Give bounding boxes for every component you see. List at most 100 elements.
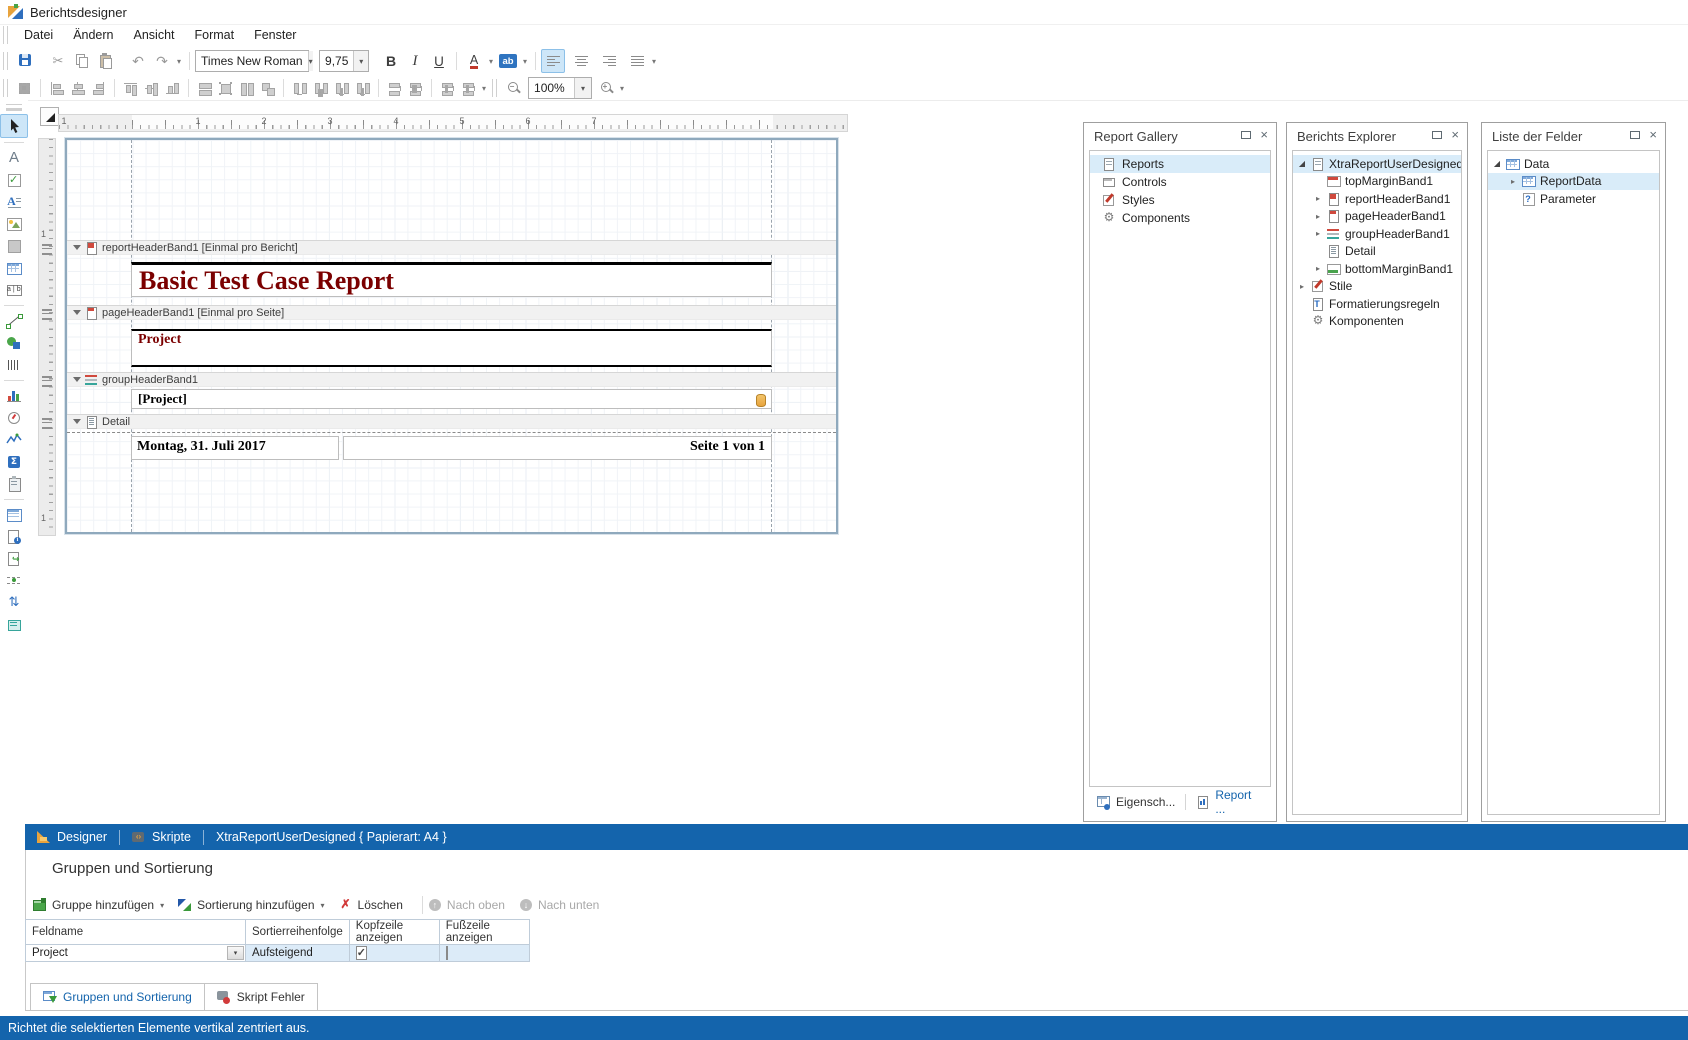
tool-gauge[interactable] bbox=[1, 407, 27, 429]
band-collapse-icon[interactable] bbox=[73, 310, 81, 315]
close-icon[interactable]: × bbox=[1649, 130, 1657, 140]
tool-subreport[interactable]: ↪ bbox=[1, 548, 27, 570]
combo-dropdown-icon[interactable]: ▾ bbox=[227, 946, 244, 960]
ruler-corner-button[interactable] bbox=[40, 107, 59, 126]
tool-page-break[interactable] bbox=[1, 570, 27, 592]
kopfzeile-checkbox[interactable]: ✓ bbox=[356, 946, 367, 960]
tool-picture-box[interactable] bbox=[1, 213, 27, 235]
band-collapse-icon[interactable] bbox=[73, 377, 81, 382]
expander-closed-icon[interactable]: ▸ bbox=[1508, 177, 1518, 186]
align-middles-button[interactable] bbox=[144, 81, 159, 96]
gallery-tab-0[interactable]: Eigensch... bbox=[1089, 791, 1183, 813]
gallery-tab-1[interactable]: Report ... bbox=[1188, 784, 1271, 820]
tool-line[interactable] bbox=[1, 310, 27, 332]
close-icon[interactable]: × bbox=[1260, 130, 1268, 140]
explorer-node-pageheaderband1[interactable]: ▸pageHeaderBand1 bbox=[1293, 208, 1461, 226]
fusszeile-checkbox[interactable] bbox=[446, 946, 448, 960]
cell-feldname[interactable]: Project▾ bbox=[26, 945, 246, 962]
paste-button[interactable] bbox=[94, 49, 118, 73]
font-size-combo[interactable]: 9,75 ▾ bbox=[319, 50, 369, 72]
explorer-node-komponenten[interactable]: ⚙Komponenten bbox=[1293, 313, 1461, 331]
zoom-menu-dropdown-icon[interactable]: ▾ bbox=[617, 84, 627, 93]
cell-kopfzeile[interactable]: ✓ bbox=[349, 945, 439, 962]
expander-closed-icon[interactable]: ▸ bbox=[1313, 194, 1323, 203]
band-collapse-icon[interactable] bbox=[73, 419, 81, 424]
italic-button[interactable]: I bbox=[403, 49, 427, 73]
snap-to-grid-button[interactable] bbox=[17, 81, 32, 96]
zoom-in-button[interactable]: + bbox=[596, 78, 617, 99]
band-strip-detail[interactable]: Detail bbox=[67, 414, 836, 429]
report-title-label[interactable]: Basic Test Case Report bbox=[131, 262, 772, 297]
explorer-node-groupheaderband1[interactable]: ▸groupHeaderBand1 bbox=[1293, 225, 1461, 243]
tool-label[interactable]: A bbox=[1, 147, 27, 169]
align-dropdown-icon[interactable]: ▾ bbox=[649, 57, 659, 66]
menu-format[interactable]: Format bbox=[185, 26, 245, 44]
h-space-decrease-button[interactable]: - bbox=[334, 81, 349, 96]
font-color-dropdown-icon[interactable]: ▾ bbox=[486, 57, 496, 66]
gallery-item-reports[interactable]: Reports bbox=[1090, 155, 1270, 173]
bottom-tab-skriptfehler[interactable]: Skript Fehler bbox=[205, 983, 318, 1010]
cut-button[interactable]: ✂ bbox=[46, 49, 70, 73]
field-node-reportdata[interactable]: ▸ReportData bbox=[1488, 173, 1659, 191]
band-strip-page-header[interactable]: pageHeaderBand1 [Einmal pro Seite] bbox=[67, 305, 836, 320]
copy-button[interactable] bbox=[70, 49, 94, 73]
same-height-button[interactable] bbox=[239, 81, 254, 96]
explorer-node-bottommarginband1[interactable]: ▸bottomMarginBand1 bbox=[1293, 260, 1461, 278]
undo-button[interactable]: ↶ bbox=[126, 49, 150, 73]
report-canvas[interactable]: reportHeaderBand1 [Einmal pro Bericht] B… bbox=[67, 140, 836, 532]
font-name-dropdown-icon[interactable]: ▾ bbox=[308, 51, 313, 71]
expander-closed-icon[interactable]: ▸ bbox=[1313, 264, 1323, 273]
gallery-item-components[interactable]: ⚙Components bbox=[1090, 209, 1270, 227]
date-label[interactable]: Montag, 31. Juli 2017 bbox=[131, 436, 339, 460]
same-size-button[interactable] bbox=[260, 81, 275, 96]
tool-pivot-grid[interactable]: Σ bbox=[1, 451, 27, 473]
tool-panel[interactable] bbox=[1, 235, 27, 257]
align-tops-button[interactable] bbox=[123, 81, 138, 96]
band-resize-grip[interactable] bbox=[42, 309, 52, 320]
band-strip-group-header[interactable]: groupHeaderBand1 bbox=[67, 372, 836, 387]
font-name-combo[interactable]: Times New Roman ▾ bbox=[195, 50, 309, 72]
align-lefts-button[interactable] bbox=[49, 81, 64, 96]
menu-fenster[interactable]: Fenster bbox=[244, 26, 306, 44]
underline-button[interactable]: U bbox=[427, 49, 451, 73]
tool-barcode[interactable] bbox=[1, 354, 27, 376]
add-sort-button[interactable]: Sortierung hinzufügen▾ bbox=[178, 898, 332, 912]
highlight-button[interactable]: ab bbox=[496, 49, 520, 73]
band-resize-grip[interactable] bbox=[42, 244, 52, 255]
align-text-right-button[interactable] bbox=[597, 49, 621, 73]
expander-open-icon[interactable]: ◢ bbox=[1492, 159, 1502, 168]
align-bottoms-button[interactable] bbox=[165, 81, 180, 96]
tool-sparkline[interactable] bbox=[1, 429, 27, 451]
maximize-icon[interactable] bbox=[1630, 131, 1640, 139]
tool-cross-band-line[interactable]: ⇅ bbox=[1, 592, 27, 614]
tool-cross-band-box[interactable] bbox=[1, 614, 27, 636]
tool-pointer[interactable] bbox=[0, 114, 28, 138]
tool-detail-report[interactable] bbox=[1, 504, 27, 526]
tool-shape[interactable] bbox=[1, 332, 27, 354]
expander-closed-icon[interactable]: ▸ bbox=[1297, 282, 1307, 291]
delete-button[interactable]: ✗Löschen bbox=[339, 898, 411, 912]
tab-designer[interactable]: Designer bbox=[25, 824, 119, 850]
tool-table[interactable] bbox=[1, 257, 27, 279]
font-size-dropdown-icon[interactable]: ▾ bbox=[353, 51, 368, 71]
cell-fusszeile[interactable] bbox=[439, 945, 529, 962]
maximize-icon[interactable] bbox=[1432, 131, 1442, 139]
horizontal-ruler[interactable]: 11234567 bbox=[58, 114, 848, 132]
highlight-dropdown-icon[interactable]: ▾ bbox=[520, 57, 530, 66]
maximize-icon[interactable] bbox=[1241, 131, 1251, 139]
tool-rich-text[interactable]: A bbox=[1, 191, 27, 213]
band-strip-report-header[interactable]: reportHeaderBand1 [Einmal pro Bericht] bbox=[67, 240, 836, 255]
dropdown-icon[interactable]: ▾ bbox=[321, 901, 325, 910]
gallery-item-controls[interactable]: Controls bbox=[1090, 173, 1270, 191]
same-width-button[interactable] bbox=[197, 81, 212, 96]
gallery-item-styles[interactable]: Styles bbox=[1090, 191, 1270, 209]
menu-ansicht[interactable]: Ansicht bbox=[124, 26, 185, 44]
band-collapse-icon[interactable] bbox=[73, 245, 81, 250]
v-space-equal-button[interactable] bbox=[387, 81, 402, 96]
v-space-remove-button[interactable]: x bbox=[461, 81, 476, 96]
band-resize-grip[interactable] bbox=[42, 418, 52, 429]
h-space-equal-button[interactable] bbox=[292, 81, 307, 96]
tool-check-box[interactable]: ✓ bbox=[1, 169, 27, 191]
tab-scripts[interactable]: ‹› Skripte bbox=[120, 824, 203, 850]
bold-button[interactable]: B bbox=[379, 49, 403, 73]
